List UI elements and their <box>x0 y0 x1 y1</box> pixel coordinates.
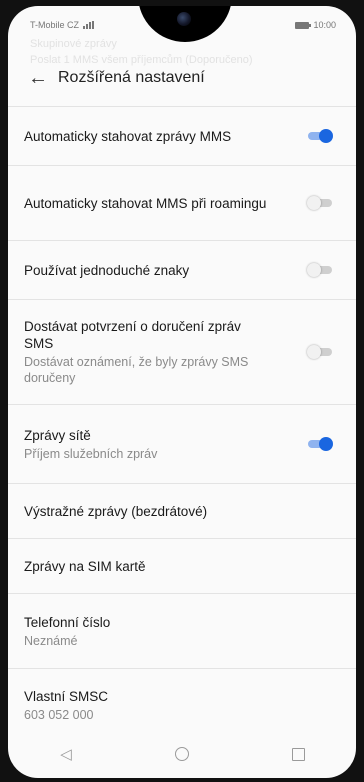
status-left: T-Mobile CZ <box>30 20 95 30</box>
status-right: 10:00 <box>295 20 336 30</box>
page-title: Rozšířená nastavení <box>58 69 205 86</box>
delivery-reports-toggle[interactable] <box>307 345 332 359</box>
nav-recents-square-icon[interactable] <box>278 739 318 769</box>
setting-network-messages[interactable]: Zprávy sítě Příjem služebních zpráv <box>8 404 356 483</box>
setting-auto-download-mms[interactable]: Automaticky stahovat zprávy MMS <box>8 106 356 165</box>
setting-title: Zprávy sítě <box>24 427 91 443</box>
battery-icon <box>295 21 312 29</box>
network-messages-toggle[interactable] <box>308 437 333 451</box>
setting-title: Zprávy na SIM kartě <box>24 558 146 574</box>
nav-back-triangle-icon[interactable]: ◁ <box>46 739 86 769</box>
setting-title: Vlastní SMSC <box>24 688 109 704</box>
carrier-label: T-Mobile CZ <box>30 20 80 30</box>
simple-characters-toggle[interactable] <box>307 263 332 277</box>
setting-auto-download-mms-roaming[interactable]: Automaticky stahovat MMS při roamingu <box>8 165 356 240</box>
settings-list: Automaticky stahovat zprávy MMS Automati… <box>8 106 356 741</box>
setting-title: Automaticky stahovat zprávy MMS <box>24 128 232 144</box>
status-time: 10:00 <box>313 20 336 30</box>
app-header: ← Rozšířená nastavení <box>8 52 356 104</box>
setting-simple-characters[interactable]: Používat jednoduché znaky <box>8 240 356 299</box>
setting-title: Dostávat potvrzení o doručení zpráv SMS <box>24 319 241 351</box>
auto-download-mms-toggle[interactable] <box>308 129 333 143</box>
setting-title: Telefonní číslo <box>24 614 111 630</box>
system-navigation-bar: ◁ <box>8 730 356 778</box>
nav-home-circle-icon[interactable] <box>162 739 202 769</box>
setting-sms-delivery-reports[interactable]: Dostávat potvrzení o doručení zpráv SMS … <box>8 299 356 404</box>
setting-title: Výstražné zprávy (bezdrátové) <box>24 503 208 519</box>
setting-title: Používat jednoduché znaky <box>24 262 190 278</box>
setting-subtitle: Příjem služebních zpráv <box>24 446 158 461</box>
roaming-mms-toggle[interactable] <box>307 196 332 210</box>
back-arrow-icon[interactable]: ← <box>18 67 58 90</box>
front-camera-icon <box>177 12 191 26</box>
setting-subtitle: Dostávat oznámení, že byly zprávy SMS do… <box>24 355 249 385</box>
signal-icon <box>83 21 95 29</box>
setting-title: Automaticky stahovat MMS při roamingu <box>24 195 267 211</box>
setting-subtitle: 603 052 000 <box>24 707 94 722</box>
setting-emergency-alerts[interactable]: Výstražné zprávy (bezdrátové) <box>8 483 356 538</box>
setting-sim-messages[interactable]: Zprávy na SIM kartě <box>8 538 356 593</box>
setting-subtitle: Neznámé <box>24 633 78 648</box>
phone-screen: Skupinové zprávy Poslat 1 MMS všem příje… <box>8 6 356 778</box>
setting-phone-number[interactable]: Telefonní číslo Neznámé <box>8 593 356 668</box>
